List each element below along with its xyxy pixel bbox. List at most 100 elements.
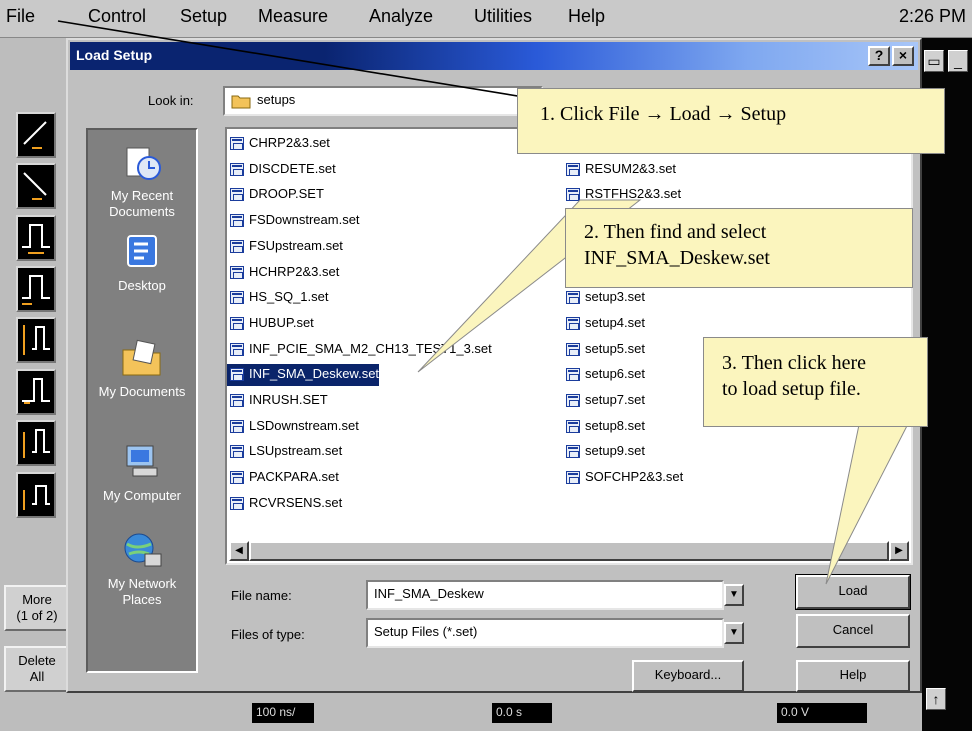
- file-item[interactable]: PACKPARA.set: [227, 467, 339, 489]
- callout-step-3-line-2: to load setup file.: [722, 378, 861, 400]
- file-item-label: RSTFHS2&3.set: [585, 186, 682, 202]
- file-item-label: RCVRSENS.set: [249, 494, 343, 510]
- horizontal-scrollbar[interactable]: ◀ ▶: [229, 541, 909, 561]
- scroll-right-button[interactable]: ▶: [889, 541, 909, 561]
- setup-file-icon: [230, 445, 244, 459]
- dialog-titlebar[interactable]: Load Setup ? ×: [70, 42, 918, 70]
- file-item[interactable]: DROOP.SET: [227, 184, 324, 206]
- help-question-button[interactable]: ?: [868, 46, 890, 66]
- file-type-value: Setup Files (*.set): [374, 624, 478, 639]
- setup-file-icon: [566, 188, 580, 202]
- file-item[interactable]: RESUM2&3.set: [563, 159, 676, 181]
- close-button[interactable]: ×: [892, 46, 914, 66]
- file-name-input[interactable]: INF_SMA_Deskew: [366, 580, 724, 610]
- help-button[interactable]: Help: [796, 660, 910, 692]
- setup-file-icon: [566, 394, 580, 407]
- file-item[interactable]: setup6.set: [563, 364, 645, 386]
- place-computer[interactable]: My Computer: [88, 442, 196, 504]
- trigger-setup-hold-button[interactable]: [16, 472, 56, 518]
- place-documents[interactable]: My Documents: [88, 338, 196, 400]
- trigger-pulse-button[interactable]: [16, 215, 56, 261]
- file-item[interactable]: SOFCHP2&3.set: [563, 467, 683, 489]
- delete-all-button[interactable]: Delete All: [4, 646, 70, 692]
- file-item[interactable]: HUBUP.set: [227, 313, 314, 335]
- menu-setup[interactable]: Setup: [180, 6, 227, 27]
- scope-minimize-button[interactable]: _: [948, 50, 968, 72]
- look-in-label: Look in:: [148, 93, 194, 108]
- callout-step-1: 1. Click File → Load → Setup: [517, 88, 945, 154]
- place-computer-label: My Computer: [102, 488, 182, 503]
- place-documents-label: My Documents: [98, 384, 186, 399]
- setup-file-icon: [566, 368, 580, 382]
- scroll-thumb[interactable]: [249, 541, 889, 561]
- menu-file[interactable]: File: [6, 6, 35, 27]
- setup-file-icon: [566, 342, 580, 356]
- more-button[interactable]: More (1 of 2): [4, 585, 70, 631]
- menu-measure[interactable]: Measure: [258, 6, 328, 27]
- file-item[interactable]: HCHRP2&3.set: [227, 262, 339, 284]
- setup-file-icon: [566, 291, 580, 305]
- delay-readout[interactable]: 0.0 s: [492, 703, 552, 723]
- file-item[interactable]: RCVRSENS.set: [227, 493, 342, 515]
- load-button[interactable]: Load: [795, 574, 911, 610]
- menu-help[interactable]: Help: [568, 6, 605, 27]
- file-type-label: Files of type:: [231, 627, 305, 642]
- file-item-label: FSUpstream.set: [249, 237, 343, 253]
- file-item[interactable]: HS_SQ_1.set: [227, 287, 329, 309]
- file-item-label: setup7.set: [585, 392, 645, 407]
- file-item[interactable]: setup8.set: [563, 416, 645, 438]
- runt-icon: [23, 325, 50, 355]
- setup-file-icon: [230, 342, 244, 356]
- file-item[interactable]: FSDownstream.set: [227, 210, 360, 232]
- trigger-runt-button[interactable]: [16, 317, 56, 363]
- callout-step-2-line-2: INF_SMA_Deskew.set: [584, 247, 770, 269]
- rising-edge-icon: [23, 121, 47, 149]
- look-in-select[interactable]: setups: [223, 86, 543, 116]
- file-item-label: HCHRP2&3.set: [249, 263, 340, 279]
- place-network[interactable]: My Network Places: [88, 530, 196, 608]
- scope-scroll-up-button[interactable]: ↑: [926, 688, 946, 710]
- setup-file-icon: [230, 137, 244, 150]
- trigger-rising-edge-button[interactable]: [16, 112, 56, 158]
- trigger-falling-edge-button[interactable]: [16, 163, 56, 209]
- file-item-label: LSUpstream.set: [249, 443, 343, 459]
- timebase-readout[interactable]: 100 ns/: [252, 703, 314, 723]
- trigger-glitch-button[interactable]: [16, 266, 56, 312]
- my-documents-icon: [122, 339, 161, 376]
- keyboard-button[interactable]: Keyboard...: [632, 660, 744, 692]
- scope-restore-button[interactable]: ▭: [924, 50, 944, 72]
- menu-utilities[interactable]: Utilities: [474, 6, 532, 27]
- file-item[interactable]: INRUSH.SET: [227, 390, 328, 412]
- menu-analyze[interactable]: Analyze: [369, 6, 433, 27]
- file-name-dropdown-button[interactable]: ▼: [724, 584, 744, 606]
- place-recent[interactable]: My Recent Documents: [88, 142, 196, 220]
- trigger-level-readout[interactable]: 0.0 V: [777, 703, 867, 723]
- cancel-button[interactable]: Cancel: [796, 614, 910, 648]
- file-item[interactable]: setup4.set: [563, 313, 645, 335]
- timeout-icon: [22, 378, 50, 404]
- menu-control[interactable]: Control: [88, 6, 146, 27]
- file-item[interactable]: setup5.set: [563, 339, 645, 361]
- my-computer-icon: [126, 445, 158, 477]
- setup-file-icon: [230, 214, 244, 228]
- setup-file-icon: [230, 316, 244, 330]
- file-item[interactable]: INF_PCIE_SMA_M2_CH13_TEST1_3.set: [227, 339, 492, 361]
- file-type-dropdown-button[interactable]: ▼: [724, 622, 744, 644]
- file-item[interactable]: setup9.set: [563, 441, 645, 463]
- place-desktop[interactable]: Desktop: [88, 232, 196, 294]
- scroll-left-button[interactable]: ◀: [229, 541, 249, 561]
- file-item[interactable]: LSDownstream.set: [227, 416, 359, 438]
- file-item[interactable]: RSTFHS2&3.set: [563, 184, 681, 206]
- file-item[interactable]: setup3.set: [563, 287, 645, 309]
- file-item[interactable]: CHRP2&3.set: [227, 133, 330, 155]
- file-item[interactable]: setup7.set: [563, 390, 645, 412]
- file-item[interactable]: DISCDETE.set: [227, 159, 336, 181]
- file-item[interactable]: INF_SMA_Deskew.set: [227, 364, 380, 387]
- file-item[interactable]: FSUpstream.set: [227, 236, 343, 258]
- file-item-label: PACKPARA.set: [249, 469, 339, 485]
- trigger-timeout-button[interactable]: [16, 369, 56, 415]
- file-item[interactable]: LSUpstream.set: [227, 441, 342, 463]
- file-item-label: INRUSH.SET: [249, 392, 328, 407]
- trigger-transition-button[interactable]: [16, 420, 56, 466]
- file-type-select[interactable]: Setup Files (*.set): [366, 618, 724, 648]
